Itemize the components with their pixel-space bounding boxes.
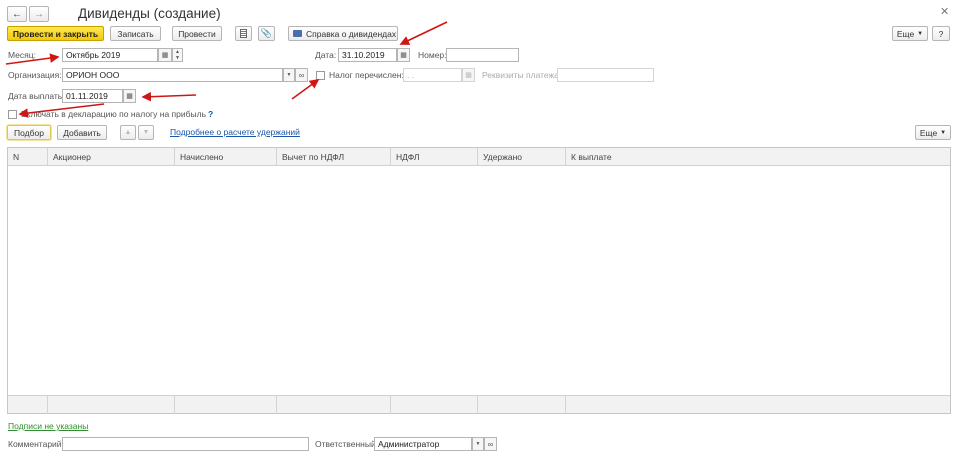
document-icon — [240, 29, 247, 38]
annotation-arrow-payment-date — [141, 91, 197, 102]
organization-label: Организация: — [8, 70, 62, 80]
calendar-icon: ▦ — [126, 93, 133, 100]
column-header-withheld[interactable]: Удержано — [478, 148, 566, 166]
include-declaration-help[interactable]: ? — [208, 108, 213, 120]
responsible-label: Ответственный: — [315, 439, 379, 449]
column-header-accrued[interactable]: Начислено — [175, 148, 277, 166]
tax-paid-checkbox[interactable] — [316, 71, 325, 80]
more-button-table[interactable]: Еще ▼ — [915, 125, 951, 140]
column-header-shareholder[interactable]: Акционер — [48, 148, 175, 166]
organization-dropdown-button[interactable]: ▼ — [283, 68, 295, 82]
arrow-down-icon: ▼ — [142, 129, 150, 136]
annotation-arrow-tax-paid — [291, 79, 320, 100]
move-down-button[interactable]: ▼ — [138, 125, 154, 140]
responsible-dropdown-button[interactable]: ▼ — [472, 437, 484, 451]
responsible-open-button[interactable]: ∞ — [484, 437, 497, 451]
withholding-details-link[interactable]: Подробнее о расчете удержаний — [170, 127, 300, 137]
select-button[interactable]: Подбор — [7, 125, 51, 140]
table-footer — [8, 395, 950, 414]
payment-details-label: Реквизиты платежа: — [482, 70, 562, 80]
add-button[interactable]: Добавить — [57, 125, 107, 140]
date-field[interactable]: 31.10.2019 — [338, 48, 397, 62]
comment-field[interactable] — [62, 437, 309, 451]
number-label: Номер: — [418, 50, 447, 60]
dividends-table[interactable]: N Акционер Начислено Вычет по НДФЛ НДФЛ … — [7, 147, 951, 414]
calendar-icon: ▦ — [400, 52, 407, 59]
column-header-deduction[interactable]: Вычет по НДФЛ — [277, 148, 391, 166]
tax-paid-date-field[interactable]: . . — [403, 68, 462, 82]
date-label: Дата: — [315, 50, 337, 60]
move-up-button[interactable]: ▲ — [120, 125, 136, 140]
help-button[interactable]: ? — [932, 26, 950, 41]
calendar-icon: ▦ — [161, 52, 169, 59]
column-header-ndfl[interactable]: НДФЛ — [391, 148, 478, 166]
window-title: Дивиденды (создание) — [78, 6, 221, 21]
arrow-right-icon: → — [34, 8, 44, 20]
calendar-icon: ▦ — [465, 72, 472, 79]
month-calendar-button[interactable]: ▦ — [158, 48, 172, 62]
tax-paid-label: Налог перечислен: — [329, 70, 404, 80]
comment-label: Комментарий: — [8, 439, 64, 449]
link-icon: ∞ — [487, 439, 494, 449]
report-button[interactable] — [235, 26, 252, 41]
signatures-link[interactable]: Подписи не указаны — [8, 421, 88, 431]
payment-date-label: Дата выплаты: — [8, 91, 67, 101]
organization-field[interactable]: ОРИОН ООО — [62, 68, 283, 82]
printer-icon — [293, 30, 302, 37]
organization-open-button[interactable]: ∞ — [295, 68, 308, 82]
annotation-arrow-date — [399, 21, 448, 45]
link-icon: ∞ — [298, 70, 305, 80]
payment-date-field[interactable]: 01.11.2019 — [62, 89, 123, 103]
month-stepper[interactable]: ▲ ▼ — [172, 48, 183, 62]
forward-button[interactable]: → — [29, 6, 49, 22]
column-header-to-pay[interactable]: К выплате — [566, 148, 950, 166]
chevron-down-icon: ▼ — [940, 129, 947, 136]
paperclip-icon: 📎 — [260, 28, 273, 38]
arrow-up-icon: ▲ — [124, 129, 132, 136]
save-button[interactable]: Записать — [110, 26, 161, 41]
table-header: N Акционер Начислено Вычет по НДФЛ НДФЛ … — [8, 148, 950, 166]
chevron-down-icon: ▼ — [917, 30, 924, 37]
print-dividend-certificate-button[interactable]: Справка о дивидендах — [288, 26, 398, 41]
responsible-field[interactable]: Администратор — [374, 437, 472, 451]
number-field[interactable] — [446, 48, 519, 62]
attach-button[interactable]: 📎 — [258, 26, 275, 41]
include-declaration-label: Включать в декларацию по налогу на прибы… — [21, 109, 206, 119]
column-header-n[interactable]: N — [8, 148, 48, 166]
chevron-down-icon: ▼ — [475, 441, 481, 447]
date-calendar-button[interactable]: ▦ — [397, 48, 410, 62]
tax-paid-calendar-button[interactable]: ▦ — [462, 68, 475, 82]
close-icon[interactable]: ✕ — [940, 6, 949, 18]
chevron-down-icon: ▼ — [286, 72, 292, 78]
include-declaration-checkbox[interactable] — [8, 110, 17, 119]
arrow-left-icon: ← — [12, 8, 22, 20]
post-and-close-button[interactable]: Провести и закрыть — [7, 26, 104, 41]
post-button[interactable]: Провести — [172, 26, 222, 41]
payment-date-calendar-button[interactable]: ▦ — [123, 89, 136, 103]
chevron-down-icon: ▼ — [175, 55, 180, 61]
month-field[interactable]: Октябрь 2019 — [62, 48, 158, 62]
back-button[interactable]: ← — [7, 6, 27, 22]
month-label: Месяц: — [8, 50, 36, 60]
more-button-top[interactable]: Еще ▼ — [892, 26, 928, 41]
payment-details-field[interactable] — [557, 68, 654, 82]
